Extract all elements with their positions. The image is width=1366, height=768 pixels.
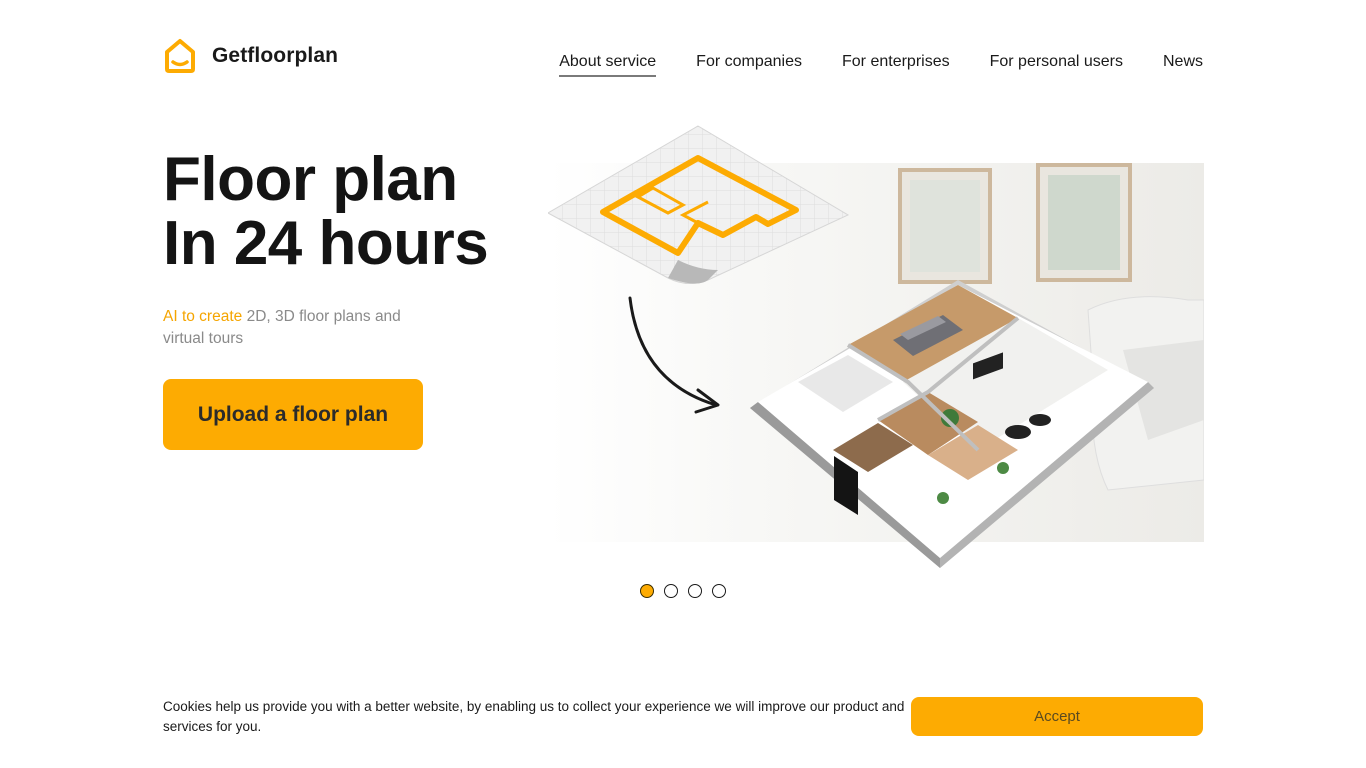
nav-for-personal-users[interactable]: For personal users xyxy=(990,53,1123,77)
cookie-banner: Cookies help us provide you with a bette… xyxy=(163,697,1203,742)
hero-subtitle: AI to create 2D, 3D floor plans and virt… xyxy=(163,306,423,350)
carousel-dots xyxy=(640,584,726,598)
hero-title-line-2: In 24 hours xyxy=(163,209,489,278)
carousel-dot-4[interactable] xyxy=(712,584,726,598)
carousel-dot-1[interactable] xyxy=(640,584,654,598)
logo-link[interactable]: Getfloorplan xyxy=(163,38,338,74)
floor-plan-illustration xyxy=(548,125,1204,568)
header: Getfloorplan About service For companies… xyxy=(163,38,1203,88)
carousel-dot-2[interactable] xyxy=(664,584,678,598)
accept-cookies-button[interactable]: Accept xyxy=(911,697,1203,736)
hero-subtitle-accent: AI to create xyxy=(163,308,243,325)
cookie-text: Cookies help us provide you with a bette… xyxy=(163,699,905,734)
main-nav: About service For companies For enterpri… xyxy=(559,53,1203,77)
carousel-dot-3[interactable] xyxy=(688,584,702,598)
nav-news[interactable]: News xyxy=(1163,53,1203,77)
house-logo-icon xyxy=(165,39,195,73)
upload-floor-plan-button[interactable]: Upload a floor plan xyxy=(163,379,423,450)
hero-title-line-1: Floor plan xyxy=(163,145,458,214)
hero-title: Floor plan In 24 hours xyxy=(163,145,489,278)
nav-for-enterprises[interactable]: For enterprises xyxy=(842,53,950,77)
brand-name: Getfloorplan xyxy=(212,44,339,67)
nav-for-companies[interactable]: For companies xyxy=(696,53,802,77)
nav-about-service[interactable]: About service xyxy=(559,53,657,77)
